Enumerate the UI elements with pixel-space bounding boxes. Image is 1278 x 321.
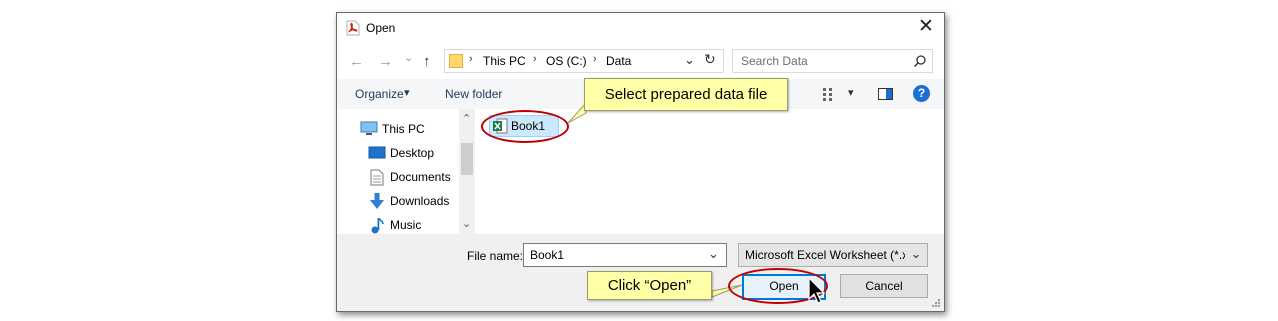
select-file-callout: Select prepared data file — [584, 78, 788, 111]
mouse-cursor-icon — [808, 276, 826, 304]
highlight-ring-book1 — [481, 110, 569, 143]
click-open-callout: Click “Open” — [587, 271, 712, 300]
